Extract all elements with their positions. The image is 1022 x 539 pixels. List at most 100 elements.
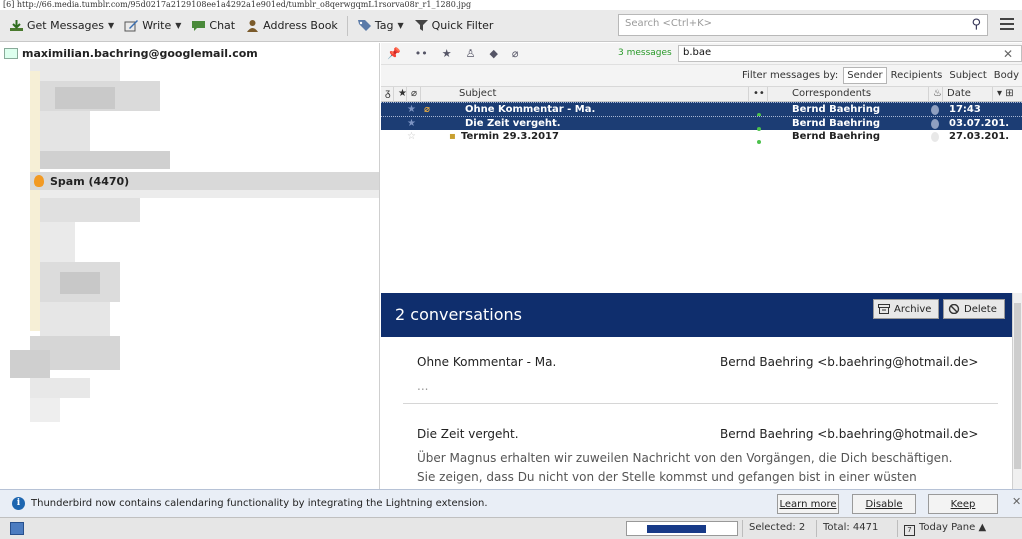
message-row[interactable]: ☆ ▪ Termin 29.3.2017 Bernd Baehring 27.0… (381, 130, 1022, 144)
info-icon: i (12, 497, 25, 510)
write-dropdown-icon[interactable]: ▼ (175, 21, 181, 30)
message-count: 3 messages (618, 48, 672, 58)
get-messages-label: Get Messages (27, 19, 105, 32)
tag-label: Tag (374, 19, 394, 32)
blurred-folder-accent (30, 71, 40, 331)
attachment-icon: ⌀ (424, 104, 431, 115)
pin-icon[interactable]: 📌 (387, 47, 401, 60)
keep-label: Keep (950, 498, 976, 510)
mail-account-icon (4, 48, 18, 59)
notification-bar: i Thunderbird now contains calendaring f… (0, 489, 1022, 517)
blurred-folder (30, 59, 120, 81)
blurred-folder (30, 398, 60, 422)
junk-column-icon[interactable]: ♨ (928, 87, 942, 102)
selected-count: Selected: 2 (742, 520, 811, 537)
quick-filter-label: Quick Filter (431, 19, 494, 32)
blurred-folder (35, 222, 75, 262)
quick-filter-input[interactable]: b.bae ✕ (678, 45, 1022, 62)
funnel-icon (414, 20, 428, 31)
chevron-up-icon: ▲ (978, 522, 987, 533)
message-date: 27.03.201... (949, 131, 1009, 142)
online-status-icon[interactable] (10, 522, 24, 535)
conversation-divider (403, 403, 998, 404)
get-messages-button[interactable]: Get Messages ▼ (4, 15, 119, 37)
message-row[interactable]: ★ ⌀ Ohne Kommentar - Ma. Bernd Baehring … (381, 102, 1022, 117)
spam-label: Spam (4470) (50, 174, 130, 188)
scrollbar-thumb[interactable] (1014, 303, 1021, 469)
get-messages-dropdown-icon[interactable]: ▼ (108, 21, 114, 30)
filter-option-recipients[interactable]: Recipients (888, 68, 946, 83)
archive-button[interactable]: Archive (873, 299, 939, 319)
read-column-icon[interactable]: •• (748, 87, 767, 102)
message-date: 17:43 (949, 104, 981, 115)
person-icon (247, 20, 259, 32)
filter-option-body[interactable]: Body (991, 68, 1022, 83)
date-column[interactable]: Date (942, 87, 992, 102)
message-correspondent: Bernd Baehring (792, 131, 881, 142)
tag-dropdown-icon[interactable]: ▼ (397, 21, 403, 30)
browser-url: [6] http://66.media.tumblr.com/95d0217a2… (3, 0, 472, 9)
conversation-snippet: ... (417, 377, 997, 396)
tag-filter-icon[interactable]: ◆ (489, 47, 497, 60)
learn-more-label: Learn more (779, 498, 837, 510)
subject-column[interactable]: Subject (420, 87, 748, 102)
delete-button[interactable]: Delete (943, 299, 1005, 319)
read-status-icon[interactable] (757, 135, 761, 149)
write-button[interactable]: Write ▼ (119, 15, 186, 37)
search-placeholder: Search <Ctrl+K> (625, 18, 713, 29)
chat-button[interactable]: Chat (186, 15, 240, 37)
disable-button[interactable]: Disable (852, 494, 916, 514)
status-bar: Selected: 2 Total: 4471 7 Today Pane ▲ (0, 517, 1022, 539)
disable-label: Disable (865, 498, 903, 510)
quick-filter-button[interactable]: Quick Filter (409, 15, 499, 37)
star-icon[interactable]: ★ (407, 103, 416, 117)
blurred-folder (30, 198, 140, 222)
star-icon[interactable]: ☆ (407, 130, 416, 144)
quick-filter-value: b.bae (683, 47, 712, 58)
chat-bubble-icon (192, 21, 206, 31)
attachment-icon[interactable]: ⌀ (512, 47, 519, 60)
star-icon[interactable]: ★ (442, 47, 452, 60)
address-book-button[interactable]: Address Book (240, 15, 343, 37)
message-correspondent: Bernd Baehring (792, 118, 881, 129)
blurred-folder (60, 272, 100, 294)
star-column-icon[interactable]: ★ (393, 87, 406, 102)
star-icon[interactable]: ★ (407, 117, 416, 131)
hamburger-menu-icon[interactable] (998, 15, 1016, 33)
contact-icon[interactable]: ♙ (466, 47, 476, 60)
keep-button[interactable]: Keep (928, 494, 998, 514)
column-picker-icon[interactable]: ▾ ⊞ (992, 87, 1022, 102)
conversation-title: 2 conversations (395, 305, 523, 324)
pencil-icon (124, 20, 139, 32)
search-icon[interactable]: ⚲ (971, 17, 981, 32)
preview-scrollbar[interactable] (1012, 293, 1022, 489)
calendar-icon: 7 (904, 525, 915, 536)
folder-spam[interactable]: Spam (4470) (30, 172, 379, 190)
blurred-folder (10, 350, 50, 378)
clear-filter-icon[interactable]: ✕ (1003, 47, 1013, 61)
message-correspondent: Bernd Baehring (792, 104, 881, 115)
conversation-header: 2 conversations Archive Delete (381, 293, 1012, 337)
search-input[interactable]: Search <Ctrl+K> ⚲ (618, 14, 988, 36)
tag-button[interactable]: Tag ▼ (352, 15, 409, 37)
filter-option-sender[interactable]: Sender (843, 67, 887, 84)
attachment-column-icon[interactable]: ⌀ (406, 87, 420, 102)
total-count: Total: 4471 (816, 520, 884, 537)
unread-icon[interactable]: •• (415, 47, 428, 60)
progress-fill (647, 525, 706, 533)
filter-option-subject[interactable]: Subject (946, 68, 989, 83)
message-list-pane: 📌 •• ★ ♙ ◆ ⌀ 3 messages b.bae ✕ Filter m… (381, 43, 1022, 293)
blurred-folder (30, 190, 379, 198)
learn-more-button[interactable]: Learn more (777, 494, 839, 514)
today-pane-toggle[interactable]: 7 Today Pane ▲ (897, 520, 992, 537)
correspondents-column[interactable]: Correspondents (767, 87, 928, 102)
filter-by-row: Filter messages by: Sender Recipients Su… (381, 65, 1022, 87)
thread-column-icon[interactable]: ᵹ (381, 87, 393, 102)
junk-status-icon[interactable] (931, 132, 939, 147)
close-notification-icon[interactable]: ✕ (1012, 495, 1021, 508)
archive-label: Archive (894, 303, 932, 315)
snippet-text: ... (417, 379, 429, 393)
snippet-line: Über Magnus erhalten wir zuweilen Nachri… (417, 451, 953, 465)
message-row[interactable]: ★ Die Zeit vergeht. Bernd Baehring 03.07… (381, 116, 1022, 131)
thread-collapsed-icon[interactable]: ▪ (449, 130, 456, 144)
